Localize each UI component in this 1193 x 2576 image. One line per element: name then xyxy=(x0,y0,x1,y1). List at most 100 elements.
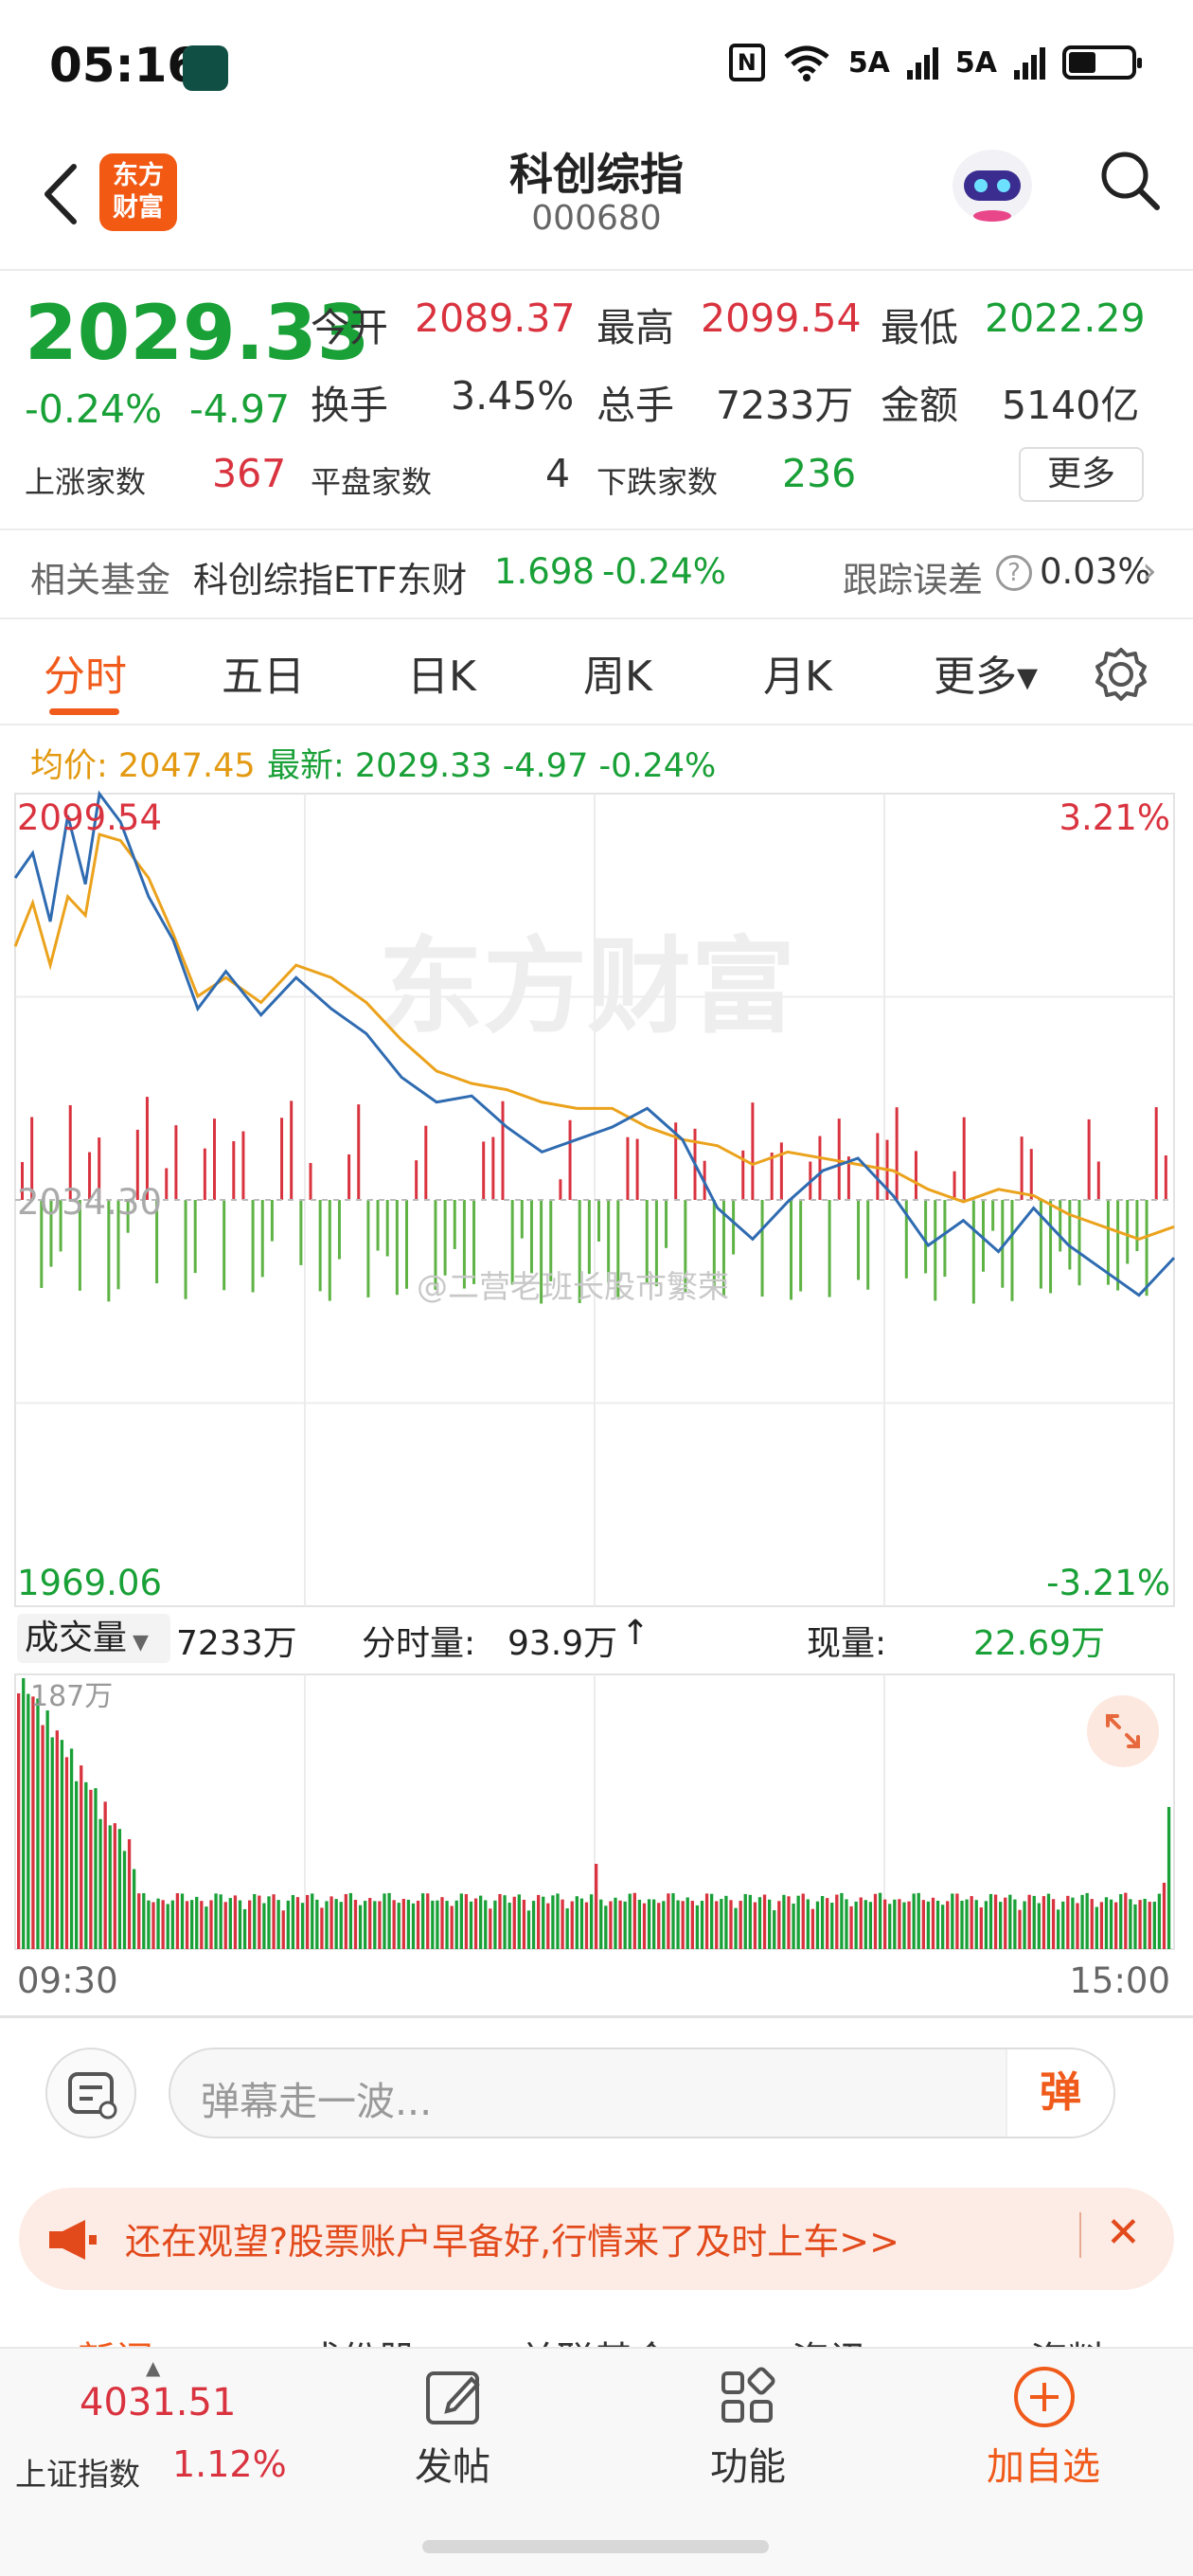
tab-monthly-k[interactable]: 月K xyxy=(763,642,832,703)
volume-bar xyxy=(117,1829,122,1949)
volume-bar xyxy=(556,1893,560,1949)
sh-index-name[interactable]: 上证指数 xyxy=(15,2449,140,2495)
active-tab-indicator xyxy=(49,708,119,715)
volume-bar xyxy=(334,1899,338,1949)
volume-bar xyxy=(1138,1900,1142,1949)
danmaku-send-button[interactable]: 弹 xyxy=(1006,2049,1113,2137)
volume-bar xyxy=(946,1901,950,1949)
tab-five-day[interactable]: 五日 xyxy=(222,642,305,703)
volume-bar xyxy=(595,1864,598,1949)
volume-bar xyxy=(151,1902,155,1949)
volume-bar xyxy=(219,1894,223,1949)
volume-bar xyxy=(531,1901,536,1949)
volume-bar xyxy=(849,1905,853,1949)
expand-icon[interactable] xyxy=(1085,1693,1161,1769)
intraday-chart[interactable]: 东方财富 @二营老班长股市繁荣 xyxy=(0,729,1193,1960)
volume-bar xyxy=(315,1899,319,1949)
volume-bar xyxy=(161,1900,165,1949)
related-fund-row[interactable]: 相关基金 科创综指ETF东财 1.698 -0.24% 跟踪误差 ? 0.03%… xyxy=(0,530,1193,617)
tab-more[interactable]: 更多▾ xyxy=(934,642,1038,703)
buy-sell-bar xyxy=(934,1200,937,1301)
volume-bar xyxy=(209,1900,213,1949)
volume-bar xyxy=(662,1901,666,1949)
add-watchlist-label[interactable]: 加自选 xyxy=(987,2436,1100,2491)
volume-bar xyxy=(320,1907,324,1949)
volume-bar xyxy=(113,1823,116,1949)
buy-sell-bar xyxy=(1145,1200,1148,1297)
volume-bar xyxy=(223,1902,227,1949)
volume-bar xyxy=(1162,1883,1166,1949)
buy-sell-bar xyxy=(559,1179,562,1200)
search-icon[interactable] xyxy=(1096,147,1163,213)
buy-sell-bar xyxy=(366,1200,370,1297)
wifi-icon xyxy=(784,45,829,81)
volume-bar xyxy=(348,1892,353,1949)
sh-index-value[interactable]: 4031.51 xyxy=(80,2381,236,2424)
buy-sell-bar xyxy=(790,1200,792,1300)
add-watchlist-icon[interactable] xyxy=(1011,2364,1077,2430)
help-icon[interactable]: ? xyxy=(996,555,1032,591)
post-button-label[interactable]: 发帖 xyxy=(415,2436,490,2491)
volume-bar xyxy=(147,1900,151,1949)
buy-sell-bar xyxy=(1154,1107,1158,1200)
volume-bar xyxy=(190,1900,194,1949)
volume-bar xyxy=(133,1869,136,1949)
volume-bar xyxy=(205,1906,208,1949)
indicator-select[interactable]: 成交量 ▼ xyxy=(17,1614,170,1663)
volume-bar xyxy=(1099,1902,1104,1949)
volume-bar xyxy=(358,1905,363,1949)
buy-sell-bar xyxy=(165,1168,169,1200)
volume-bar xyxy=(142,1893,146,1949)
volume-bar xyxy=(690,1901,694,1949)
buy-sell-bar xyxy=(174,1125,178,1200)
volume-bar xyxy=(166,1904,169,1949)
edit-post-icon[interactable] xyxy=(422,2366,485,2428)
volume-bar xyxy=(89,1789,93,1949)
volume-bar xyxy=(36,1698,40,1949)
volume-bar xyxy=(1085,1892,1089,1949)
volume-bar xyxy=(127,1839,132,1949)
volume-bar xyxy=(561,1899,564,1949)
settings-gear-icon[interactable] xyxy=(1093,646,1149,703)
tab-daily-k[interactable]: 日K xyxy=(407,642,476,703)
buy-sell-bar xyxy=(453,1200,456,1249)
volume-bar xyxy=(768,1899,772,1949)
volume-bar xyxy=(295,1897,300,1949)
sh-index-change[interactable]: 1.12% xyxy=(172,2443,287,2485)
volume-bar xyxy=(311,1893,314,1949)
buy-sell-bar xyxy=(943,1200,947,1278)
volume-bar xyxy=(170,1900,174,1949)
functions-grid-icon[interactable] xyxy=(716,2366,778,2428)
functions-button-label[interactable]: 功能 xyxy=(710,2436,786,2491)
volume-bar xyxy=(233,1895,238,1949)
buy-sell-bar xyxy=(347,1154,351,1200)
volume-bar xyxy=(344,1893,347,1949)
volume-bar xyxy=(628,1893,632,1949)
tab-weekly-k[interactable]: 周K xyxy=(583,642,652,703)
promo-close-icon[interactable]: ✕ xyxy=(1106,2209,1141,2257)
tab-intraday[interactable]: 分时 xyxy=(44,642,127,703)
volume-bar xyxy=(546,1903,550,1949)
promo-text[interactable]: 还在观望?股票账户早备好,行情来了及时上车>> xyxy=(125,2212,899,2264)
time-start-label: 09:30 xyxy=(17,1960,118,2001)
danmaku-toggle-button[interactable] xyxy=(45,2048,136,2138)
volume-bar xyxy=(383,1893,386,1949)
volume-bar xyxy=(657,1903,661,1949)
volume-bar xyxy=(1119,1894,1123,1949)
buy-sell-bar xyxy=(991,1200,995,1231)
volume-bar xyxy=(50,1737,54,1949)
buy-sell-bar xyxy=(491,1136,495,1200)
volume-bar xyxy=(339,1902,343,1949)
more-button[interactable]: 更多 xyxy=(1019,447,1144,502)
fund-name: 科创综指ETF东财 xyxy=(193,560,468,600)
buy-sell-bar xyxy=(635,1138,639,1200)
volume-bar xyxy=(970,1896,973,1949)
volume-bar xyxy=(642,1903,647,1949)
volume-bar xyxy=(64,1757,69,1949)
caret-up-icon: ▲ xyxy=(146,2356,161,2379)
buy-sell-bar xyxy=(376,1200,380,1251)
robot-assistant-icon[interactable] xyxy=(947,140,1038,225)
volume-bar xyxy=(999,1902,1003,1949)
volume-bar xyxy=(676,1900,680,1949)
volume-bar xyxy=(498,1893,502,1949)
